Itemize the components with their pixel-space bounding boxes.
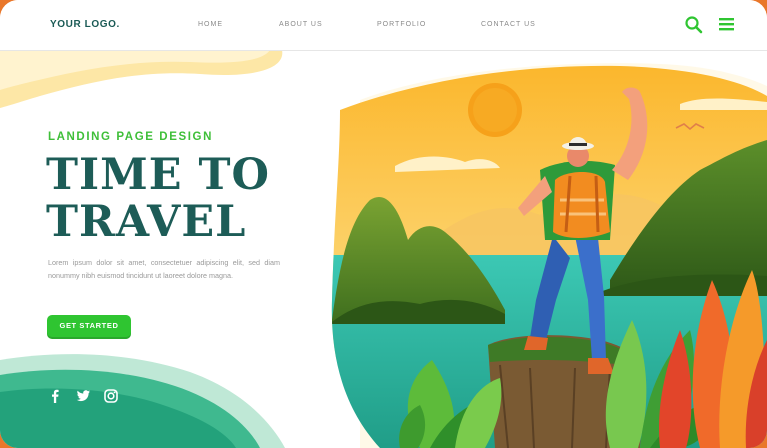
- nav-link-contact-us[interactable]: CONTACT US: [481, 21, 536, 28]
- hero-kicker: LANDING PAGE DESIGN: [48, 131, 214, 143]
- hero-headline: TIME TO TRAVEL: [46, 152, 270, 246]
- hero-headline-line-1: TIME TO: [46, 150, 270, 200]
- nav-link-about-us[interactable]: ABOUT US: [279, 21, 323, 28]
- get-started-button[interactable]: GET STARTED: [47, 315, 131, 337]
- instagram-icon[interactable]: [103, 388, 119, 404]
- twitter-icon[interactable]: [75, 388, 91, 404]
- brand-logo[interactable]: YOUR LOGO.: [50, 19, 120, 30]
- nav-link-home[interactable]: HOME: [198, 21, 223, 28]
- hero-description: Lorem ipsum dolor sit amet, consectetuer…: [48, 258, 280, 280]
- menu-icon[interactable]: [716, 15, 738, 35]
- nav-link-portfolio[interactable]: PORTFOLIO: [377, 21, 426, 28]
- search-icon[interactable]: [684, 15, 704, 35]
- top-navigation-bar: YOUR LOGO. HOME ABOUT US PORTFOLIO CONTA…: [0, 0, 767, 51]
- hero-headline-line-2: TRAVEL: [46, 197, 247, 247]
- facebook-icon[interactable]: [47, 388, 63, 404]
- landing-page: YOUR LOGO. HOME ABOUT US PORTFOLIO CONTA…: [0, 0, 767, 448]
